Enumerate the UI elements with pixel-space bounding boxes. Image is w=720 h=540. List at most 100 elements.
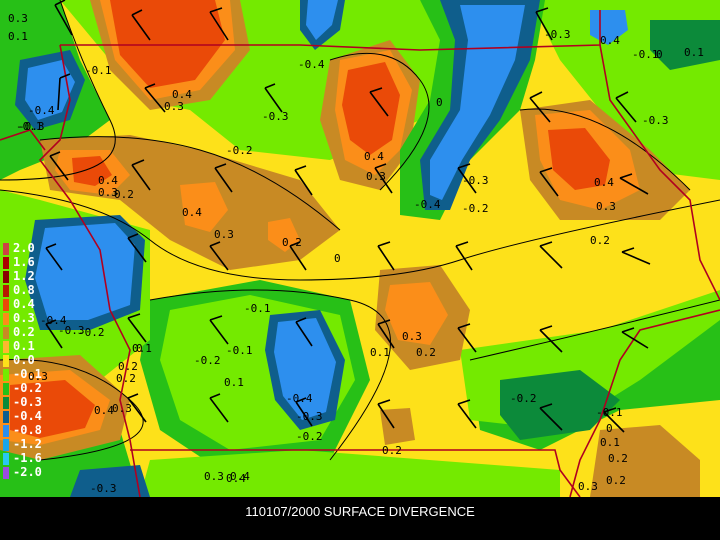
legend-label: -1.6 [13, 451, 42, 465]
contour-label: 0 [606, 422, 613, 435]
legend-entry: -0.3 [3, 395, 63, 409]
legend-label: 1.2 [13, 269, 35, 283]
contour-label: -0.3 [90, 482, 117, 495]
legend-entry: 1.6 [3, 255, 63, 269]
legend-swatch [3, 299, 9, 311]
legend-entry: 0.3 [3, 311, 63, 325]
contour-label: 0.3 [366, 170, 386, 183]
contour-label: 0.4 [182, 206, 202, 219]
legend-label: 0.0 [13, 353, 35, 367]
contour-label: 0.1 [224, 376, 244, 389]
legend-label: 1.6 [13, 255, 35, 269]
legend-swatch [3, 383, 9, 395]
contour-label: -0.3 [544, 28, 571, 41]
contour-label: -0.2 [462, 202, 489, 215]
legend-label: 2.0 [13, 241, 35, 255]
contour-label: 0.3 [402, 330, 422, 343]
legend-label: 0.3 [13, 311, 35, 325]
contour-label: 0.1 [370, 346, 390, 359]
contour-label: 0.2 [608, 452, 628, 465]
legend-label: -0.2 [13, 381, 42, 395]
contour-label: 0 [436, 96, 443, 109]
contour-label: 0 [136, 342, 143, 355]
legend-swatch [3, 341, 9, 353]
legend-swatch [3, 285, 9, 297]
legend-swatch [3, 397, 9, 409]
legend-entry: -2.0 [3, 465, 63, 479]
legend-entry: 0.8 [3, 283, 63, 297]
contour-label: 0.4 [600, 34, 620, 47]
legend-entry: -0.8 [3, 423, 63, 437]
legend-label: -0.4 [13, 409, 42, 423]
contour-label: -0.2 [78, 326, 105, 339]
contour-label: 0.3 [98, 186, 118, 199]
contour-label: 0 [656, 48, 663, 61]
contour-label: -0.2 [510, 392, 537, 405]
contour-label: -0.1 [85, 64, 112, 77]
contour-label: -0.3 [18, 120, 45, 133]
contour-label: -0.4 [414, 198, 441, 211]
contour-label: 0.3 [596, 200, 616, 213]
legend-swatch [3, 411, 9, 423]
contour-label: -0.3 [462, 174, 489, 187]
contour-label: 0.2 [116, 372, 136, 385]
legend-entry: 0.2 [3, 325, 63, 339]
legend-entry: -0.2 [3, 381, 63, 395]
contour-label: 0.4 [594, 176, 614, 189]
legend-entry: 0.4 [3, 297, 63, 311]
legend-label: 0.1 [13, 339, 35, 353]
contour-label: -0.1 [226, 344, 253, 357]
legend-entry: 2.0 [3, 241, 63, 255]
contour-label: 0.3 [214, 228, 234, 241]
legend-entry: -0.4 [3, 409, 63, 423]
contour-label: 0.4 [364, 150, 384, 163]
contour-label: 0.2 [382, 444, 402, 457]
legend-swatch [3, 313, 9, 325]
legend-label: 0.4 [13, 297, 35, 311]
legend-swatch [3, 257, 9, 269]
contour-label: -0.3 [262, 110, 289, 123]
legend-swatch [3, 369, 9, 381]
legend-label: -0.8 [13, 423, 42, 437]
contour-label: -0.4 [286, 392, 313, 405]
contour-label: 0.4 [226, 472, 246, 485]
contour-label: 0.3 [204, 470, 224, 483]
legend-entry: 0.0 [3, 353, 63, 367]
contour-label: -0.3 [296, 410, 323, 423]
legend-entry: -0.1 [3, 367, 63, 381]
legend-label: -1.2 [13, 437, 42, 451]
contour-label: 0.2 [590, 234, 610, 247]
legend-label: 0.2 [13, 325, 35, 339]
legend-swatch [3, 453, 9, 465]
contour-label: -0.3 [642, 114, 669, 127]
contour-label: 0.1 [8, 30, 28, 43]
legend-entry: -1.6 [3, 451, 63, 465]
legend-label: -2.0 [13, 465, 42, 479]
contour-label: 0 [334, 252, 341, 265]
legend-label: -0.1 [13, 367, 42, 381]
contour-label: 0.3 [164, 100, 184, 113]
map-title: 110107/2000 SURFACE DIVERGENCE [245, 504, 475, 519]
contour-label: 0.2 [118, 360, 138, 373]
contour-label: 0.4 [94, 404, 114, 417]
contour-label: -0.1 [244, 302, 271, 315]
contour-label: 0.1 [600, 436, 620, 449]
contour-label: 0.2 [416, 346, 436, 359]
legend-swatch [3, 355, 9, 367]
legend-swatch [3, 467, 9, 479]
contour-label: 0.2 [282, 236, 302, 249]
legend-swatch [3, 271, 9, 283]
legend-entry: -1.2 [3, 437, 63, 451]
legend-swatch [3, 327, 9, 339]
contour-label: -0.2 [296, 430, 323, 443]
contour-label: 0.2 [606, 474, 626, 487]
legend-swatch [3, 425, 9, 437]
contour-label: 0.1 [684, 46, 704, 59]
contour-label: 0.3 [578, 480, 598, 493]
legend-entry: 0.1 [3, 339, 63, 353]
contour-label: -0.2 [194, 354, 221, 367]
legend-label: -0.3 [13, 395, 42, 409]
contour-label: -0.4 [28, 104, 55, 117]
legend-label: 0.8 [13, 283, 35, 297]
color-legend: 2.0 1.6 1.2 0.8 0.4 0.3 0.2 0.1 0.0 -0.1… [3, 241, 63, 513]
